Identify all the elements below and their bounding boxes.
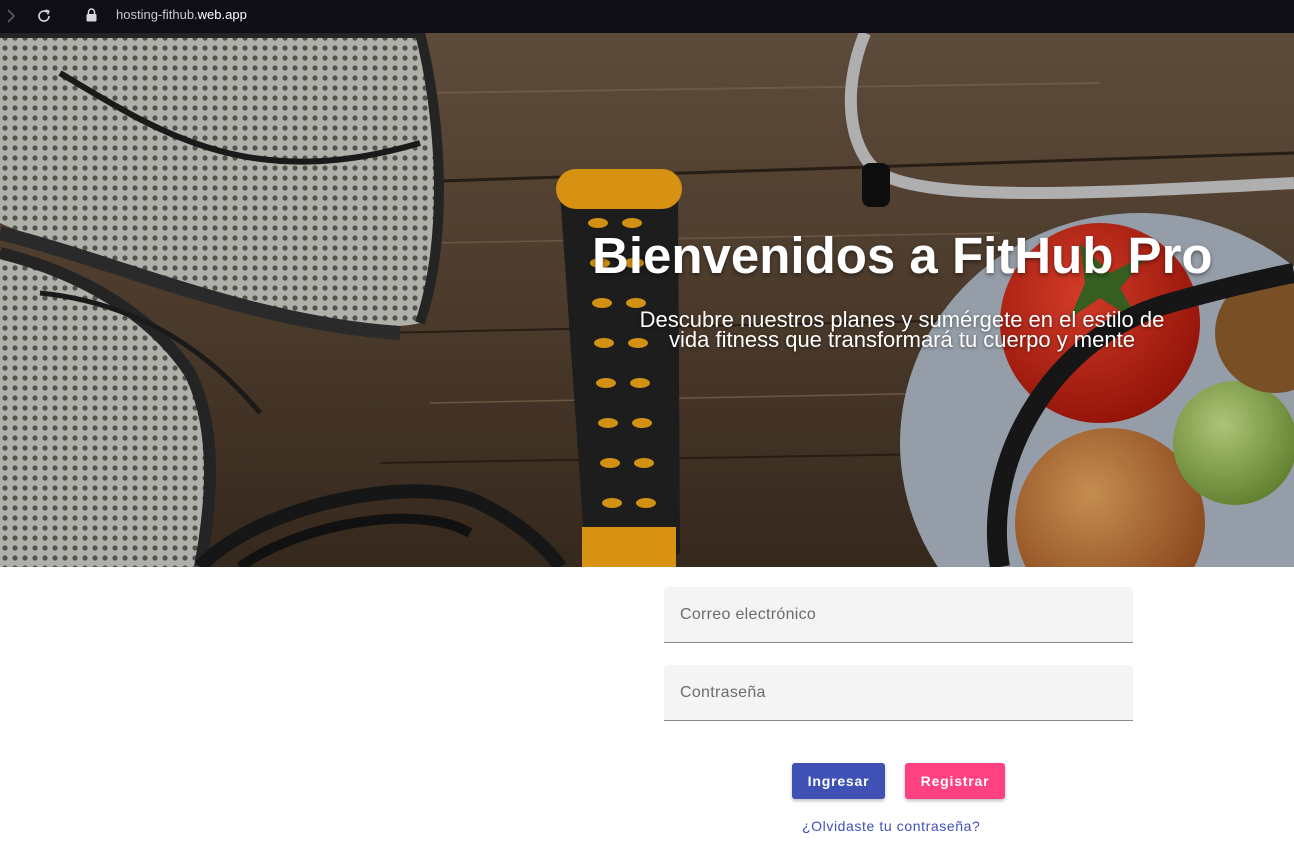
browser-toolbar: hosting-fithub.web.app — [0, 0, 1294, 33]
forward-icon[interactable] — [3, 7, 19, 25]
hero-banner: Bienvenidos a FitHub Pro Descubre nuestr… — [0, 33, 1294, 567]
login-form — [664, 587, 1133, 721]
password-field-container — [664, 665, 1133, 721]
hero-title: Bienvenidos a FitHub Pro — [592, 227, 1213, 284]
url-host-prefix: hosting-fithub. — [116, 7, 198, 22]
url-host-domain: web.app — [197, 7, 247, 22]
hero-subtitle: Descubre nuestros planes y sumérgete en … — [639, 307, 1165, 352]
forgot-password-link[interactable]: ¿Olvidaste tu contraseña? — [802, 818, 980, 834]
register-button[interactable]: Registrar — [905, 763, 1005, 799]
email-field-container — [664, 587, 1133, 643]
password-field[interactable] — [664, 665, 1133, 720]
email-field[interactable] — [664, 587, 1133, 642]
hero-background-image — [0, 33, 1294, 567]
address-bar[interactable]: hosting-fithub.web.app — [116, 7, 247, 22]
login-button[interactable]: Ingresar — [792, 763, 885, 799]
reload-icon[interactable] — [34, 6, 54, 26]
lock-icon[interactable] — [84, 7, 98, 23]
